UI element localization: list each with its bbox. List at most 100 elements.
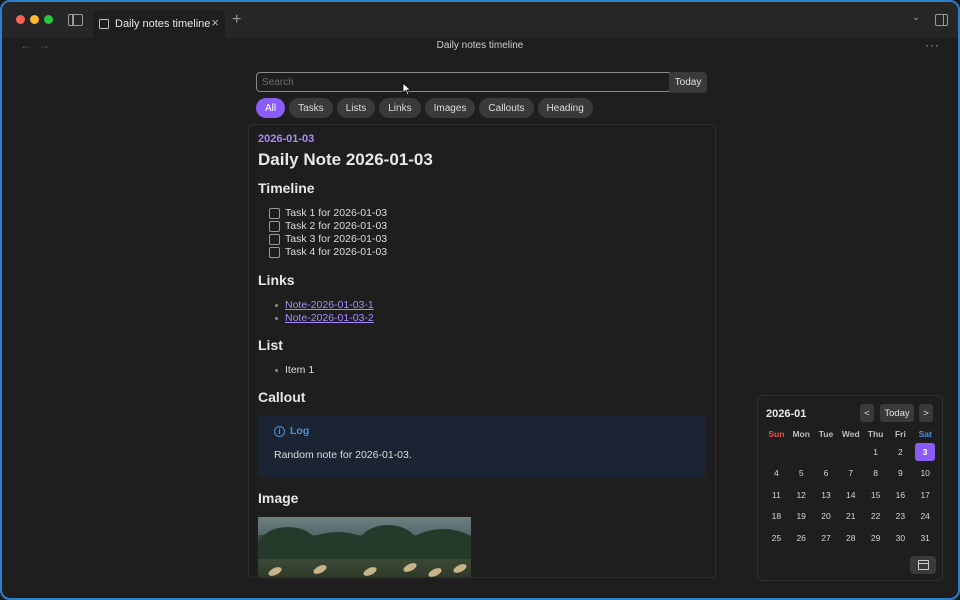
- calendar-next-button[interactable]: >: [919, 404, 933, 422]
- tab-daily-notes-timeline[interactable]: Daily notes timeline ×: [93, 10, 225, 38]
- tab-list-chevron-down-icon[interactable]: ⌄: [912, 12, 920, 23]
- search-input[interactable]: [256, 72, 672, 92]
- calendar-day[interactable]: 5: [789, 463, 814, 485]
- calendar-day[interactable]: 8: [863, 463, 888, 485]
- calendar-icon: [99, 19, 109, 29]
- heading-list: List: [258, 337, 283, 353]
- calendar-week-row: 25 26 27 28 29 30 31: [764, 527, 938, 549]
- more-options-icon[interactable]: ···: [925, 38, 940, 52]
- calendar-day[interactable]: 13: [814, 484, 839, 506]
- calendar-day[interactable]: 2: [888, 441, 913, 463]
- filter-chip-tasks[interactable]: Tasks: [289, 98, 333, 118]
- filter-chip-callouts[interactable]: Callouts: [479, 98, 534, 118]
- calendar-day[interactable]: 7: [838, 463, 863, 485]
- heading-callout: Callout: [258, 389, 306, 405]
- callout-header: i Log: [274, 425, 309, 437]
- note-link[interactable]: Note-2026-01-03-1: [285, 299, 374, 311]
- left-sidebar-toggle-icon[interactable]: [68, 14, 83, 26]
- today-button[interactable]: Today: [669, 72, 707, 93]
- filter-chip-all[interactable]: All: [256, 98, 286, 118]
- open-calendar-button[interactable]: [910, 556, 936, 574]
- bullet-icon: [275, 316, 278, 320]
- task-item: Task 3 for 2026-01-03: [269, 233, 387, 245]
- calendar-day[interactable]: 11: [764, 484, 789, 506]
- calendar-day[interactable]: 18: [764, 506, 789, 528]
- filter-chip-heading[interactable]: Heading: [537, 98, 593, 118]
- calendar-day[interactable]: 30: [888, 527, 913, 549]
- tab-label: Daily notes timeline: [115, 18, 211, 30]
- calendar-day[interactable]: 29: [863, 527, 888, 549]
- note-date-link[interactable]: 2026-01-03: [258, 133, 314, 145]
- zoom-window-button[interactable]: [44, 15, 53, 24]
- app-window: Daily notes timeline × + ⌄ ← → Daily not…: [0, 0, 960, 600]
- calendar-week-row: 11 12 13 14 15 16 17: [764, 484, 938, 506]
- calendar-day[interactable]: 16: [888, 484, 913, 506]
- calendar-day[interactable]: 21: [838, 506, 863, 528]
- weekday-label: Sat: [918, 429, 932, 439]
- close-window-button[interactable]: [16, 15, 25, 24]
- weekday-label: Fri: [894, 429, 906, 439]
- right-sidebar-toggle-icon[interactable]: [935, 14, 948, 26]
- bullet-icon: [275, 303, 278, 307]
- calendar-day[interactable]: 15: [863, 484, 888, 506]
- calendar-day[interactable]: 6: [814, 463, 839, 485]
- calendar-day[interactable]: 23: [888, 506, 913, 528]
- task-checkbox[interactable]: [269, 233, 280, 245]
- info-icon: i: [274, 425, 285, 437]
- list-item: Note-2026-01-03-2: [275, 312, 374, 324]
- calendar-day[interactable]: 24: [913, 506, 938, 528]
- list-item: Item 1: [275, 364, 314, 376]
- calendar-today-button[interactable]: Today: [880, 404, 914, 422]
- callout-title: Log: [290, 425, 310, 437]
- calendar-day[interactable]: 14: [838, 484, 863, 506]
- calendar-day-empty: [838, 441, 863, 463]
- calendar-day[interactable]: 31: [913, 527, 938, 549]
- task-label: Task 3 for 2026-01-03: [285, 233, 388, 245]
- filter-chip-links[interactable]: Links: [379, 98, 421, 118]
- weekday-label: Tue: [818, 429, 834, 439]
- weekday-label: Mon: [792, 429, 810, 439]
- calendar-day-selected[interactable]: 3: [915, 442, 936, 461]
- view-header: ← → Daily notes timeline ···: [2, 38, 958, 58]
- task-checkbox[interactable]: [269, 246, 280, 258]
- weekday-label: Sun: [768, 429, 785, 439]
- timeline-note-card: 2026-01-03 Daily Note 2026-01-03 Timelin…: [248, 124, 716, 578]
- embedded-image[interactable]: [258, 517, 471, 577]
- calendar-day[interactable]: 27: [814, 527, 839, 549]
- task-item: Task 1 for 2026-01-03: [269, 207, 387, 219]
- calendar-day[interactable]: 1: [863, 441, 888, 463]
- task-item: Task 4 for 2026-01-03: [269, 246, 387, 258]
- calendar-day[interactable]: 9: [888, 463, 913, 485]
- filter-chip-lists[interactable]: Lists: [336, 98, 376, 118]
- note-link[interactable]: Note-2026-01-03-2: [285, 312, 374, 324]
- calendar-day[interactable]: 17: [913, 484, 938, 506]
- note-title: Daily Note 2026-01-03: [258, 150, 433, 169]
- calendar-week-row: 4 5 6 7 8 9 10: [764, 463, 938, 485]
- heading-timeline: Timeline: [258, 180, 315, 196]
- list-item-label: Item 1: [285, 364, 315, 376]
- calendar-day[interactable]: 22: [863, 506, 888, 528]
- tab-close-icon[interactable]: ×: [211, 15, 219, 30]
- heading-links: Links: [258, 272, 295, 288]
- task-checkbox[interactable]: [269, 207, 280, 219]
- minimize-window-button[interactable]: [30, 15, 39, 24]
- calendar-day[interactable]: 19: [789, 506, 814, 528]
- calendar-week-row: 1 2 3: [764, 441, 938, 463]
- calendar-day[interactable]: 4: [764, 463, 789, 485]
- calendar-day[interactable]: 25: [764, 527, 789, 549]
- calendar-day[interactable]: 20: [814, 506, 839, 528]
- task-label: Task 2 for 2026-01-03: [285, 220, 388, 232]
- filter-chip-images[interactable]: Images: [424, 98, 476, 118]
- calendar-day-cell: 3: [913, 441, 938, 463]
- new-tab-button[interactable]: +: [232, 11, 241, 29]
- calendar-prev-button[interactable]: <: [860, 404, 874, 422]
- task-label: Task 4 for 2026-01-03: [285, 246, 388, 258]
- calendar-day[interactable]: 12: [789, 484, 814, 506]
- calendar-day[interactable]: 28: [838, 527, 863, 549]
- task-label: Task 1 for 2026-01-03: [285, 207, 388, 219]
- calendar-day-empty: [789, 441, 814, 463]
- calendar-day[interactable]: 26: [789, 527, 814, 549]
- calendar-day[interactable]: 10: [913, 463, 938, 485]
- task-checkbox[interactable]: [269, 220, 280, 232]
- callout-box: i Log Random note for 2026-01-03.: [258, 416, 706, 477]
